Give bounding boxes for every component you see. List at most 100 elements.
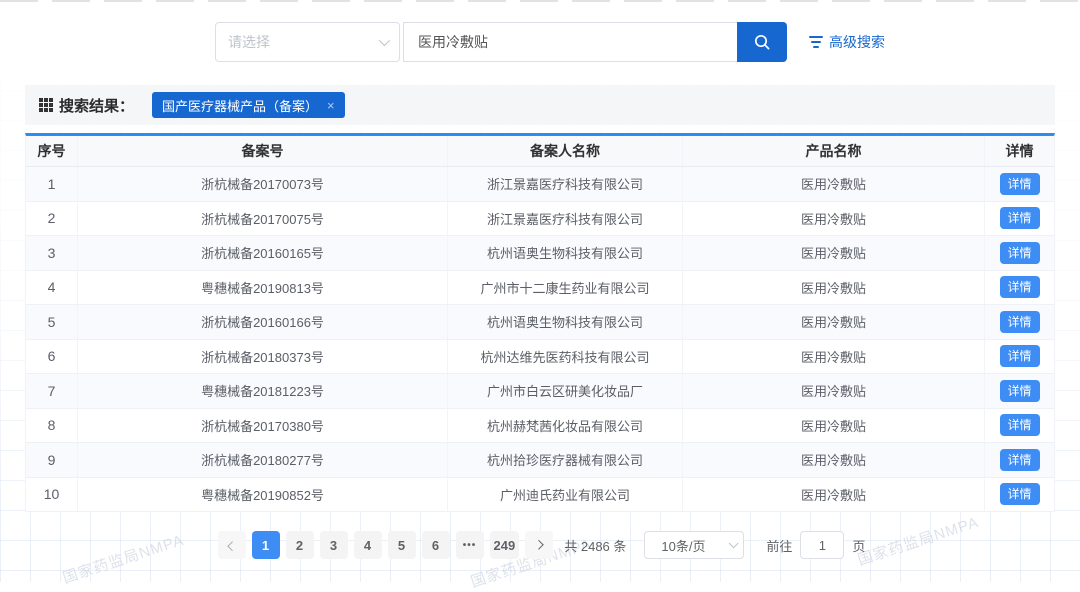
row-record-no: 浙杭械备20160165号 xyxy=(78,236,448,270)
chevron-right-icon xyxy=(533,539,544,550)
row-no: 4 xyxy=(26,270,78,304)
row-product: 医用冷敷贴 xyxy=(683,443,985,477)
page-unit-label: 页 xyxy=(852,538,866,554)
row-product: 医用冷敷贴 xyxy=(683,408,985,442)
goto-page-input[interactable] xyxy=(800,531,845,559)
search-results-bar: 搜索结果： 国产医疗器械产品（备案） × xyxy=(25,85,1055,125)
column-header-product: 产品名称 xyxy=(683,136,985,166)
row-no: 7 xyxy=(26,374,78,408)
prev-page-button[interactable] xyxy=(217,531,246,559)
detail-button[interactable]: 详情 xyxy=(999,276,1040,299)
row-record-no: 浙杭械备20170073号 xyxy=(78,167,448,201)
tag-close-icon[interactable]: × xyxy=(327,99,335,112)
row-product: 医用冷敷贴 xyxy=(683,167,985,201)
filter-icon xyxy=(809,36,823,48)
filter-tag-label: 国产医疗器械产品（备案） xyxy=(162,98,319,114)
row-product: 医用冷敷贴 xyxy=(683,201,985,235)
page-button[interactable]: 249 xyxy=(489,531,520,559)
page-size-select[interactable]: 10条/页 xyxy=(644,531,745,559)
row-record-no: 浙杭械备20170380号 xyxy=(78,408,448,442)
chevron-down-icon xyxy=(378,34,391,47)
column-header-detail: 详情 xyxy=(1005,143,1034,159)
column-header-record-no: 备案号 xyxy=(78,136,448,166)
search-input[interactable] xyxy=(403,22,737,62)
row-no: 1 xyxy=(26,167,78,201)
detail-button[interactable]: 详情 xyxy=(999,207,1040,230)
row-record-no: 浙杭械备20180373号 xyxy=(78,339,448,373)
column-header-registrant: 备案人名称 xyxy=(448,136,683,166)
detail-button[interactable]: 详情 xyxy=(999,172,1040,195)
results-label-wrap: 搜索结果： xyxy=(39,95,134,116)
grid-icon xyxy=(39,98,53,112)
table-row: 5 浙杭械备20160166号 杭州语奥生物科技有限公司 医用冷敷贴 详情 xyxy=(26,305,1054,340)
detail-button[interactable]: 详情 xyxy=(999,448,1040,471)
page-button[interactable]: 6 xyxy=(421,531,450,559)
search-button[interactable] xyxy=(737,22,787,62)
total-count-label: 共 2486 条 xyxy=(564,538,627,554)
select-placeholder: 请选择 xyxy=(228,34,270,50)
detail-button[interactable]: 详情 xyxy=(999,345,1040,368)
more-pages-icon[interactable]: ••• xyxy=(455,531,484,559)
goto-page-group: 前往 页 xyxy=(766,531,865,559)
search-category-select[interactable]: 请选择 xyxy=(215,22,400,62)
chevron-left-icon xyxy=(227,540,238,551)
detail-button[interactable]: 详情 xyxy=(999,483,1040,506)
row-no: 2 xyxy=(26,201,78,235)
row-no: 9 xyxy=(26,443,78,477)
table-row: 10 粤穗械备20190852号 广州迪氏药业有限公司 医用冷敷贴 详情 xyxy=(26,477,1054,512)
search-icon xyxy=(754,34,770,50)
table-row: 4 粤穗械备20190813号 广州市十二康生药业有限公司 医用冷敷贴 详情 xyxy=(26,270,1054,305)
row-registrant: 杭州达维先医药科技有限公司 xyxy=(448,339,683,373)
row-record-no: 粤穗械备20181223号 xyxy=(78,374,448,408)
row-registrant: 杭州拾珍医疗器械有限公司 xyxy=(448,443,683,477)
row-record-no: 粤穗械备20190813号 xyxy=(78,270,448,304)
table-header-row: 序号 备案号 备案人名称 产品名称 详情 xyxy=(26,136,1054,167)
row-product: 医用冷敷贴 xyxy=(683,374,985,408)
row-no: 10 xyxy=(26,477,78,511)
detail-button[interactable]: 详情 xyxy=(999,241,1040,264)
column-header-no: 序号 xyxy=(26,136,78,166)
table-row: 2 浙杭械备20170075号 浙江景嘉医疗科技有限公司 医用冷敷贴 详情 xyxy=(26,201,1054,236)
advanced-search-link[interactable]: 高级搜索 xyxy=(809,22,885,62)
top-dashed-divider xyxy=(0,0,1080,2)
table-row: 6 浙杭械备20180373号 杭州达维先医药科技有限公司 医用冷敷贴 详情 xyxy=(26,339,1054,374)
row-no: 5 xyxy=(26,305,78,339)
row-product: 医用冷敷贴 xyxy=(683,270,985,304)
row-product: 医用冷敷贴 xyxy=(683,305,985,339)
row-registrant: 杭州赫梵茜化妆品有限公司 xyxy=(448,408,683,442)
detail-button[interactable]: 详情 xyxy=(999,379,1040,402)
table-row: 9 浙杭械备20180277号 杭州拾珍医疗器械有限公司 医用冷敷贴 详情 xyxy=(26,443,1054,478)
row-record-no: 浙杭械备20180277号 xyxy=(78,443,448,477)
table-row: 8 浙杭械备20170380号 杭州赫梵茜化妆品有限公司 医用冷敷贴 详情 xyxy=(26,408,1054,443)
page-button[interactable]: 4 xyxy=(353,531,382,559)
results-table: 序号 备案号 备案人名称 产品名称 详情 1 浙杭械备20170073号 浙江景… xyxy=(25,133,1055,512)
row-record-no: 粤穗械备20190852号 xyxy=(78,477,448,511)
pagination: 1 2 3 4 5 6 ••• 249 共 2486 条 10条/页 前往 页 xyxy=(0,531,1080,559)
filter-tag: 国产医疗器械产品（备案） × xyxy=(152,92,345,118)
page-button[interactable]: 2 xyxy=(285,531,314,559)
results-label: 搜索结果： xyxy=(59,97,135,115)
detail-button[interactable]: 详情 xyxy=(999,310,1040,333)
row-registrant: 浙江景嘉医疗科技有限公司 xyxy=(448,167,683,201)
next-page-button[interactable] xyxy=(525,531,554,559)
table-row: 7 粤穗械备20181223号 广州市白云区研美化妆品厂 医用冷敷贴 详情 xyxy=(26,374,1054,409)
row-record-no: 浙杭械备20170075号 xyxy=(78,201,448,235)
row-no: 3 xyxy=(26,236,78,270)
row-registrant: 广州迪氏药业有限公司 xyxy=(448,477,683,511)
goto-label: 前往 xyxy=(766,538,793,554)
row-no: 6 xyxy=(26,339,78,373)
detail-button[interactable]: 详情 xyxy=(999,414,1040,437)
page-button[interactable]: 5 xyxy=(387,531,416,559)
row-no: 8 xyxy=(26,408,78,442)
row-registrant: 杭州语奥生物科技有限公司 xyxy=(448,305,683,339)
advanced-search-label: 高级搜索 xyxy=(829,34,885,50)
page-size-value: 10条/页 xyxy=(661,538,706,554)
row-product: 医用冷敷贴 xyxy=(683,477,985,511)
table-row: 3 浙杭械备20160165号 杭州语奥生物科技有限公司 医用冷敷贴 详情 xyxy=(26,236,1054,271)
row-registrant: 杭州语奥生物科技有限公司 xyxy=(448,236,683,270)
row-registrant: 浙江景嘉医疗科技有限公司 xyxy=(448,201,683,235)
page-button-active[interactable]: 1 xyxy=(251,531,280,559)
row-product: 医用冷敷贴 xyxy=(683,236,985,270)
row-product: 医用冷敷贴 xyxy=(683,339,985,373)
page-button[interactable]: 3 xyxy=(319,531,348,559)
